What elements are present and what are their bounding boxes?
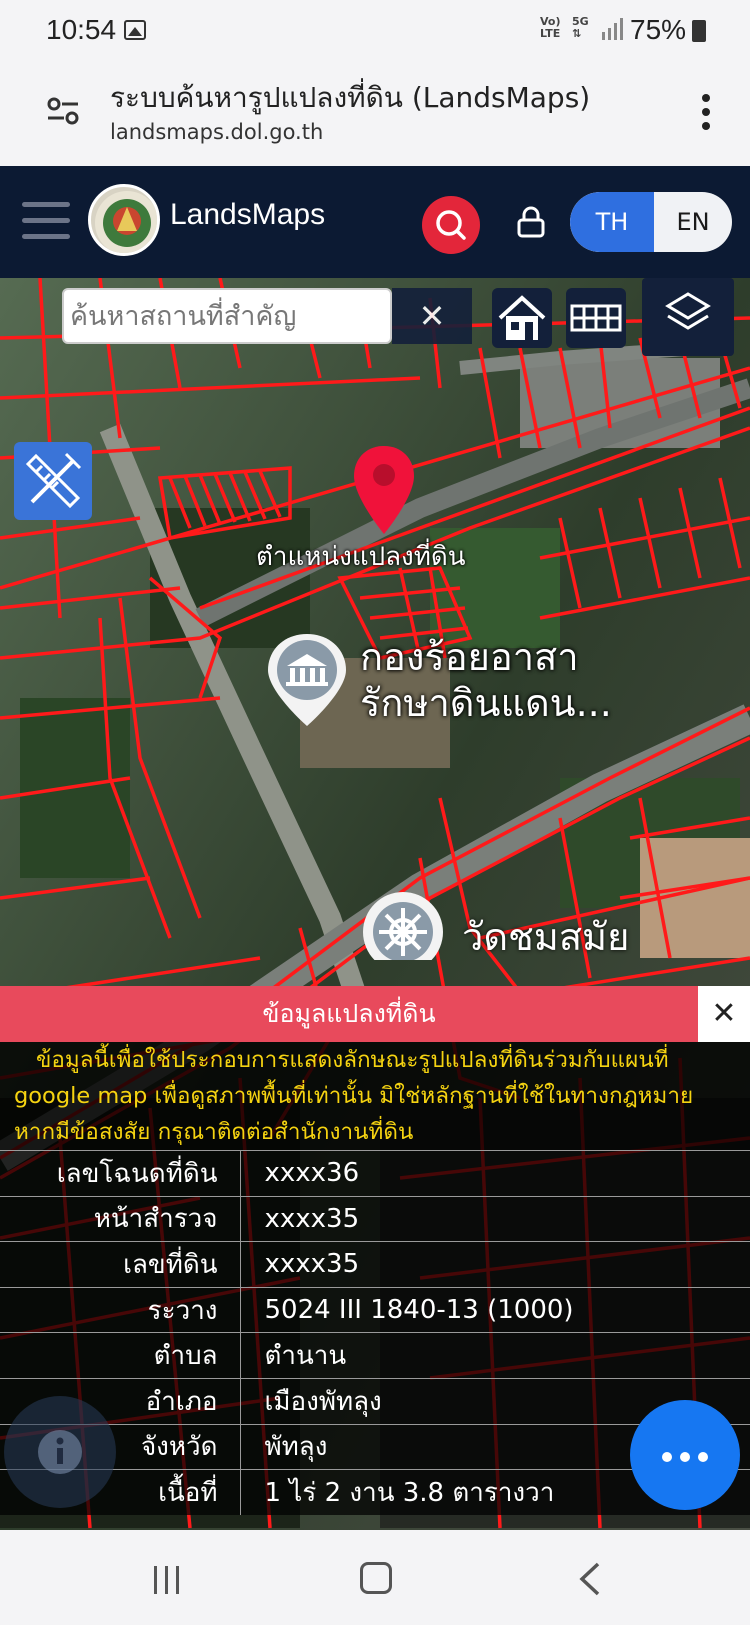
volte-indicator: Vo) LTE <box>540 16 561 40</box>
system-nav-bar <box>0 1530 750 1625</box>
disclaimer-line-2: google map เพื่อดูสภาพพื้นที่เท่านั้น มิ… <box>14 1083 694 1109</box>
layers-icon <box>665 292 711 330</box>
info-icon <box>38 1430 82 1474</box>
page-url[interactable]: landsmaps.dol.go.th <box>110 120 323 144</box>
disclaimer-line-1: ข้อมูลนี้เพื่อใช้ประกอบการแสดงลักษณะรูปแ… <box>36 1047 669 1073</box>
app-header: LandsMaps TH EN <box>0 166 750 278</box>
row-key: เลขที่ดิน <box>0 1241 241 1288</box>
table-row: ระวาง 5024 III 1840-13 (1000) <box>0 1286 750 1333</box>
search-icon <box>436 210 466 240</box>
table-row: หน้าสำรวจ xxxx35 <box>0 1195 750 1242</box>
row-value: xxxx36 <box>240 1150 750 1197</box>
close-info-button[interactable]: ✕ <box>698 986 750 1042</box>
row-value: xxxx35 <box>240 1241 750 1288</box>
clear-search-button[interactable]: ✕ <box>392 288 472 344</box>
volte-indicator-bottom: LTE <box>540 27 561 40</box>
home-nav-icon[interactable] <box>360 1562 392 1594</box>
battery-percent: 75% <box>630 14 687 45</box>
info-panel-title: ข้อมูลแปลงที่ดิน <box>0 986 698 1042</box>
row-key: ระวาง <box>0 1286 241 1333</box>
battery-icon <box>692 20 706 42</box>
back-icon[interactable] <box>578 1562 602 1596</box>
layers-button[interactable] <box>642 278 734 356</box>
site-settings-icon[interactable] <box>46 94 80 128</box>
place-search-input[interactable] <box>64 290 390 342</box>
more-dot <box>662 1452 672 1462</box>
row-value: ตำนาน <box>240 1332 750 1379</box>
grid-icon <box>570 304 622 332</box>
lang-en-button[interactable]: EN <box>654 192 732 252</box>
status-time: 10:54 <box>46 14 117 45</box>
status-bar: 10:54 Vo) LTE 5G ⇅ 75% <box>0 0 750 62</box>
language-toggle[interactable]: TH EN <box>570 192 732 252</box>
info-button[interactable] <box>4 1396 116 1508</box>
poi-label-military: กองร้อยอาสา รักษาดินแดน... <box>360 634 612 726</box>
image-notification-icon <box>124 20 146 40</box>
ruler-pencil-icon <box>25 452 82 509</box>
table-row: เลขโฉนดที่ดิน xxxx36 <box>0 1150 750 1197</box>
lock-icon[interactable] <box>516 206 546 238</box>
government-building-icon[interactable] <box>262 630 352 730</box>
more-dot <box>680 1452 690 1462</box>
location-pin-icon[interactable] <box>350 444 418 536</box>
more-options-icon[interactable] <box>700 92 712 132</box>
lang-th-button[interactable]: TH <box>570 192 654 252</box>
recent-apps-icon[interactable] <box>152 1566 182 1594</box>
row-key: ตำบล <box>0 1332 241 1379</box>
row-value: 5024 III 1840-13 (1000) <box>240 1286 750 1333</box>
table-row: ตำบล ตำนาน <box>0 1332 750 1379</box>
search-button[interactable] <box>422 196 480 254</box>
parcel-grid-button[interactable] <box>566 288 626 348</box>
page-title: ระบบค้นหารูปแปลงที่ดิน (LandsMaps) <box>110 81 591 114</box>
place-search-box[interactable] <box>62 288 392 344</box>
row-key: หน้าสำรวจ <box>0 1195 241 1242</box>
5g-indicator-bottom: ⇅ <box>572 27 582 40</box>
disclaimer-notice: ข้อมูลนี้เพื่อใช้ประกอบการแสดงลักษณะรูปแ… <box>0 1042 750 1150</box>
poi-label-temple: วัดชมสมัย <box>462 915 630 959</box>
row-value: xxxx35 <box>240 1195 750 1242</box>
more-dot <box>698 1452 708 1462</box>
disclaimer-line-3: หากมีข้อสงสัย กรุณาติดต่อสำนักงานที่ดิน <box>14 1119 414 1145</box>
chat-button[interactable] <box>630 1400 740 1510</box>
menu-icon[interactable] <box>22 202 70 242</box>
pin-label: ตำแหน่งแปลงที่ดิน <box>256 542 466 572</box>
poi-label-military-line1: กองร้อยอาสา <box>360 635 579 679</box>
signal-icon <box>602 18 623 40</box>
browser-bar: ระบบค้นหารูปแปลงที่ดิน (LandsMaps) lands… <box>0 62 750 166</box>
5g-indicator: 5G ⇅ <box>572 16 589 40</box>
dol-logo <box>88 184 160 256</box>
poi-label-military-line2: รักษาดินแดน... <box>360 681 612 725</box>
home-icon <box>498 295 546 340</box>
row-key: เลขโฉนดที่ดิน <box>0 1150 241 1197</box>
temple-icon[interactable] <box>358 890 448 960</box>
measure-tool-button[interactable] <box>14 442 92 520</box>
table-row: เลขที่ดิน xxxx35 <box>0 1241 750 1288</box>
brand-name: LandsMaps <box>170 198 326 231</box>
home-view-button[interactable] <box>492 288 552 348</box>
